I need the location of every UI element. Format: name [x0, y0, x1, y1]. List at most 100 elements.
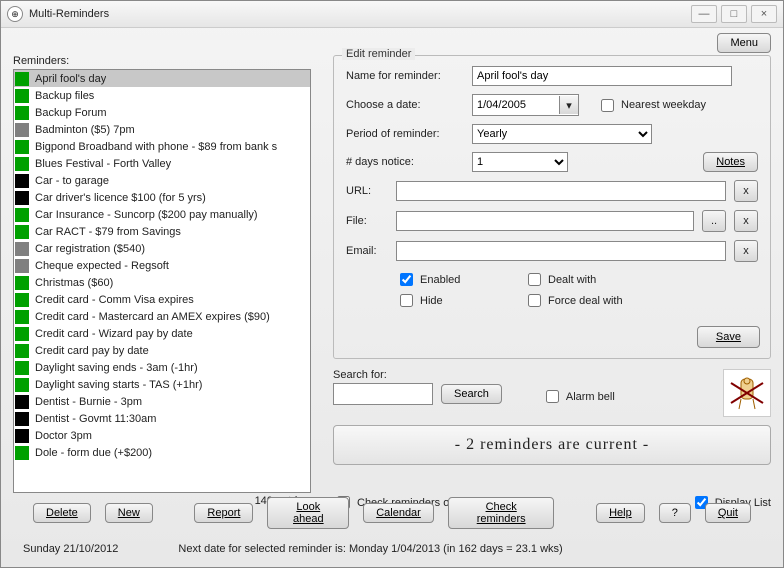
alarm-image [723, 369, 771, 417]
status-date: Sunday 21/10/2012 [23, 543, 118, 555]
list-item[interactable]: Credit card - Comm Visa expires [14, 291, 310, 308]
color-swatch [15, 429, 29, 443]
dealt-checkbox[interactable] [528, 273, 541, 286]
url-clear-button[interactable]: x [734, 180, 758, 202]
file-label: File: [346, 215, 388, 227]
list-item[interactable]: Daylight saving starts - TAS (+1hr) [14, 376, 310, 393]
color-swatch [15, 446, 29, 460]
period-select[interactable]: Yearly [472, 124, 652, 144]
list-item[interactable]: Car driver's licence $100 (for 5 yrs) [14, 189, 310, 206]
color-swatch [15, 191, 29, 205]
current-reminders-banner[interactable]: - 2 reminders are current - [333, 425, 771, 465]
hide-check[interactable]: Hide [396, 291, 516, 310]
notice-select[interactable]: 1 [472, 152, 568, 172]
file-clear-button[interactable]: x [734, 210, 758, 232]
force-checkbox[interactable] [528, 294, 541, 307]
dealt-check[interactable]: Dealt with [524, 270, 644, 289]
list-item-label: Doctor 3pm [35, 430, 92, 442]
reminders-listbox[interactable]: April fool's dayBackup filesBackup Forum… [13, 69, 311, 493]
list-item[interactable]: Credit card - Mastercard an AMEX expires… [14, 308, 310, 325]
edit-reminder-group: Edit reminder Name for reminder: Choose … [333, 55, 771, 359]
list-item[interactable]: Doctor 3pm [14, 427, 310, 444]
file-browse-button[interactable]: .. [702, 210, 726, 232]
url-input[interactable] [396, 181, 726, 201]
alarm-bell-check[interactable]: Alarm bell [542, 387, 615, 406]
list-item-label: Car driver's licence $100 (for 5 yrs) [35, 192, 206, 204]
list-item-label: Car Insurance - Suncorp ($200 pay manual… [35, 209, 258, 221]
check-reminders-button[interactable]: Check reminders [448, 497, 555, 529]
delete-button[interactable]: Delete [33, 503, 91, 523]
list-item[interactable]: April fool's day [14, 70, 310, 87]
alarm-bell-checkbox[interactable] [546, 390, 559, 403]
notice-label: # days notice: [346, 156, 464, 168]
list-item[interactable]: Cheque expected - Regsoft [14, 257, 310, 274]
calendar-button[interactable]: Calendar [363, 503, 434, 523]
enabled-label: Enabled [420, 274, 460, 286]
force-label: Force deal with [548, 295, 623, 307]
list-item[interactable]: Daylight saving ends - 3am (-1hr) [14, 359, 310, 376]
list-item-label: Dole - form due (+$200) [35, 447, 152, 459]
question-button[interactable]: ? [659, 503, 691, 523]
list-item-label: Daylight saving starts - TAS (+1hr) [35, 379, 202, 391]
save-button[interactable]: Save [697, 326, 760, 348]
list-item[interactable]: Bigpond Broadband with phone - $89 from … [14, 138, 310, 155]
search-button[interactable]: Search [441, 384, 502, 404]
file-input[interactable] [396, 211, 694, 231]
help-button[interactable]: Help [596, 503, 645, 523]
list-item[interactable]: Blues Festival - Forth Valley [14, 155, 310, 172]
left-panel: Reminders: April fool's dayBackup filesB… [13, 55, 313, 507]
color-swatch [15, 208, 29, 222]
edit-legend: Edit reminder [342, 48, 415, 60]
list-item[interactable]: Car Insurance - Suncorp ($200 pay manual… [14, 206, 310, 223]
maximize-button[interactable]: □ [721, 5, 747, 23]
list-item-label: Car RACT - $79 from Savings [35, 226, 181, 238]
list-item[interactable]: Car registration ($540) [14, 240, 310, 257]
list-item[interactable]: Backup Forum [14, 104, 310, 121]
email-input[interactable] [396, 241, 726, 261]
list-item[interactable]: Badminton ($5) 7pm [14, 121, 310, 138]
list-item[interactable]: Backup files [14, 87, 310, 104]
quit-button[interactable]: Quit [705, 503, 751, 523]
report-button[interactable]: Report [194, 503, 253, 523]
enabled-checkbox[interactable] [400, 273, 413, 286]
name-input[interactable] [472, 66, 732, 86]
notes-button[interactable]: Notes [703, 152, 758, 172]
list-item[interactable]: Dentist - Burnie - 3pm [14, 393, 310, 410]
list-item[interactable]: Credit card - Wizard pay by date [14, 325, 310, 342]
status-next: Next date for selected reminder is: Mond… [178, 543, 562, 555]
right-panel: Edit reminder Name for reminder: Choose … [333, 55, 771, 465]
minimize-button[interactable]: — [691, 5, 717, 23]
email-label: Email: [346, 245, 388, 257]
list-item[interactable]: Dentist - Govmt 11:30am [14, 410, 310, 427]
color-swatch [15, 327, 29, 341]
color-swatch [15, 106, 29, 120]
button-bar: Delete New Report Look ahead Calendar Ch… [33, 497, 751, 529]
list-item[interactable]: Credit card pay by date [14, 342, 310, 359]
list-item[interactable]: Dole - form due (+$200) [14, 444, 310, 461]
list-item-label: Credit card pay by date [35, 345, 149, 357]
color-swatch [15, 89, 29, 103]
nearest-weekday-check[interactable]: Nearest weekday [597, 96, 706, 115]
hide-checkbox[interactable] [400, 294, 413, 307]
color-swatch [15, 259, 29, 273]
date-input[interactable] [473, 96, 559, 114]
date-dropdown-icon[interactable]: ▾ [559, 96, 578, 114]
close-button[interactable]: × [751, 5, 777, 23]
color-swatch [15, 123, 29, 137]
new-button[interactable]: New [105, 503, 153, 523]
look-ahead-button[interactable]: Look ahead [267, 497, 349, 529]
list-item[interactable]: Car - to garage [14, 172, 310, 189]
status-bar: Sunday 21/10/2012 Next date for selected… [13, 543, 771, 555]
nearest-weekday-checkbox[interactable] [601, 99, 614, 112]
email-clear-button[interactable]: x [734, 240, 758, 262]
list-item[interactable]: Christmas ($60) [14, 274, 310, 291]
list-item-label: Christmas ($60) [35, 277, 113, 289]
menu-button[interactable]: Menu [717, 33, 771, 53]
enabled-check[interactable]: Enabled [396, 270, 516, 289]
list-item-label: Credit card - Mastercard an AMEX expires… [35, 311, 270, 323]
search-input[interactable] [333, 383, 433, 405]
list-item[interactable]: Car RACT - $79 from Savings [14, 223, 310, 240]
force-check[interactable]: Force deal with [524, 291, 644, 310]
color-swatch [15, 276, 29, 290]
color-swatch [15, 412, 29, 426]
